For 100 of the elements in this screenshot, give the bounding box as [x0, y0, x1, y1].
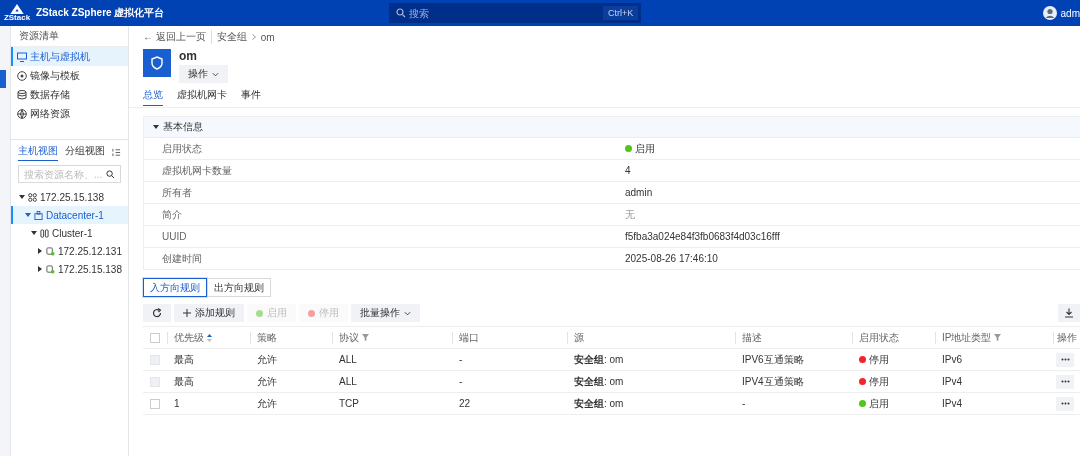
field-label: 简介 [161, 207, 183, 222]
back-link[interactable]: ← 返回上一页 [143, 30, 206, 44]
column-header[interactable]: 优先级 [167, 331, 250, 344]
app-title: ZStack ZSphere 虚拟化平台 [36, 6, 165, 20]
tree-node[interactable]: Datacenter-1 [11, 206, 128, 224]
tree-node[interactable]: 172.25.15.138 [11, 260, 128, 278]
rack-icon [40, 228, 49, 238]
tree-node[interactable]: 172.25.15.138 [11, 188, 128, 206]
column-header[interactable]: 启用状态 [852, 331, 935, 344]
action-button[interactable]: 操作 [179, 65, 228, 83]
tab[interactable]: 虚拟机网卡 [177, 88, 227, 106]
breadcrumb-item[interactable]: 安全组 [210, 30, 247, 44]
section-header[interactable]: 基本信息 [144, 117, 1080, 137]
table-cell-text: 允许 [256, 374, 278, 389]
field-value: f5fba3a024e84f3fb0683f4d03c16fff [625, 231, 780, 242]
table-cell-text: 1 [173, 398, 181, 409]
table-cell-text: 安全组: om [573, 374, 625, 389]
brand-mark: ZStack [3, 14, 31, 22]
tab[interactable]: 总览 [143, 88, 163, 106]
field-value: 2025-08-26 17:46:10 [625, 253, 718, 264]
column-header[interactable]: 描述 [735, 331, 852, 344]
more-button[interactable] [1056, 352, 1074, 367]
column-header[interactable]: 策略 [250, 331, 332, 344]
tab[interactable]: 事件 [241, 88, 261, 106]
field-label: 启用状态 [161, 141, 203, 156]
caret-icon [25, 212, 31, 218]
refresh-icon [152, 308, 162, 318]
view-tab[interactable]: 主机视图 [18, 144, 58, 161]
caret-icon [31, 230, 37, 236]
rule-tab[interactable]: 入方向规则 [143, 278, 207, 297]
table-cell: 停用 [869, 352, 889, 367]
stop-icon [308, 309, 315, 317]
more-button[interactable] [1056, 374, 1074, 389]
menu-item[interactable]: 网络资源 [11, 104, 128, 123]
rule-tab[interactable]: 出方向规则 [207, 278, 271, 297]
column-header[interactable]: IP地址类型 [935, 331, 1053, 344]
shortcut-hint: Ctrl+K [603, 6, 639, 20]
menu-item[interactable]: 数据存储 [11, 85, 128, 104]
table-cell-text: 最高 [173, 374, 195, 389]
tree-node[interactable]: Cluster-1 [11, 224, 128, 242]
table-cell-text: 允许 [256, 396, 278, 411]
batch-menu-button[interactable]: 批量操作 [351, 304, 420, 322]
table-cell-text: TCP [338, 398, 360, 409]
table-cell-text: - [741, 398, 747, 409]
table-cell-text: IPv4 [941, 398, 963, 409]
tree-node[interactable]: 172.25.12.131 [11, 242, 128, 260]
row-checkbox[interactable] [150, 398, 160, 409]
logo-icon [10, 4, 24, 14]
more-icon [1060, 402, 1070, 405]
field-label: 所有者 [161, 185, 193, 200]
more-button[interactable] [1056, 396, 1074, 411]
globe-icon [17, 108, 27, 119]
table-cell-text: ALL [338, 376, 358, 387]
field-value: admin [625, 187, 653, 198]
nodes-icon [28, 192, 37, 202]
select-all-checkbox[interactable] [150, 332, 160, 343]
play-icon [256, 309, 263, 317]
table-cell-text: 22 [458, 398, 472, 409]
add-button[interactable]: 添加规则 [174, 304, 244, 322]
shield-icon [143, 49, 171, 77]
building-icon [34, 210, 43, 220]
table-cell-text: 安全组: om [573, 352, 625, 367]
field-label: 虚拟机网卡数量 [161, 163, 233, 178]
field-value: 无 [625, 207, 635, 222]
avatar-icon[interactable] [1042, 6, 1057, 20]
caret-icon [212, 71, 219, 77]
download-button[interactable] [1058, 304, 1080, 322]
search-icon [396, 8, 407, 18]
column-header[interactable]: 协议 [332, 331, 452, 344]
download-icon [1064, 308, 1074, 318]
caret-icon [153, 124, 159, 130]
chevron-icon [251, 34, 256, 40]
sort-icon[interactable] [207, 333, 212, 342]
table-cell-text: ALL [338, 354, 358, 365]
view-tab[interactable]: 分组视图 [65, 144, 105, 161]
table-cell-text: 允许 [256, 352, 278, 367]
table-cell-text: - [458, 376, 464, 387]
breadcrumb-item: om [260, 31, 275, 43]
field-value: 启用 [635, 141, 655, 156]
field-label: 创建时间 [161, 251, 203, 266]
database-icon [17, 89, 27, 100]
caret-icon [37, 248, 43, 254]
search-icon [106, 170, 115, 179]
refresh-button[interactable] [143, 304, 171, 322]
filter-icon[interactable] [362, 334, 369, 341]
column-header[interactable]: 操作 [1053, 331, 1080, 344]
menu-item[interactable]: 主机与虚拟机 [11, 47, 128, 66]
column-header[interactable]: 源 [567, 331, 735, 344]
monitor-icon [17, 51, 27, 62]
table-cell-text: IPV4互通策略 [741, 374, 805, 389]
menu-item[interactable]: 镜像与模板 [11, 66, 128, 85]
column-header[interactable]: 端口 [452, 331, 567, 344]
list-icon[interactable] [112, 148, 121, 157]
table-cell-text: IPv4 [941, 376, 963, 387]
table-cell: 停用 [869, 374, 889, 389]
caret-icon [404, 310, 411, 316]
table-cell-text: 安全组: om [573, 396, 625, 411]
username[interactable]: adm [1060, 7, 1080, 19]
disc-icon [17, 70, 27, 81]
filter-icon[interactable] [994, 334, 1002, 341]
